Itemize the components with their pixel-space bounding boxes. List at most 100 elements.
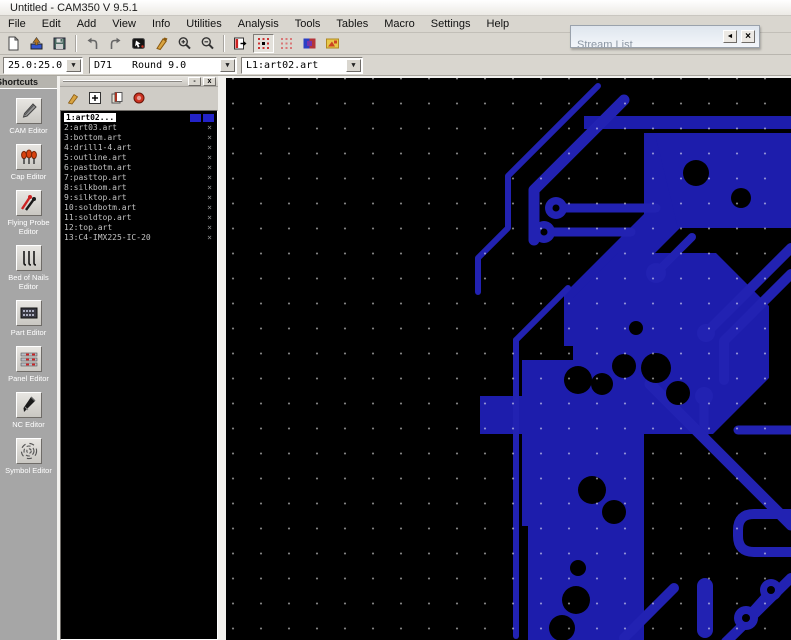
close-icon[interactable]: x [203,77,216,86]
draw-color-swatch [190,114,201,122]
menu-info[interactable]: Info [144,16,178,33]
layer-row[interactable]: 2:art03.art × [61,123,217,133]
cap-editor-icon [15,144,42,170]
sidebar-item-nc-editor[interactable]: NC Editor [0,392,57,429]
menu-file[interactable]: File [0,16,34,33]
layer-color-swatches[interactable] [190,114,214,122]
layer-row[interactable]: 12:top.art × [61,223,217,233]
chevron-down-icon[interactable]: ▼ [66,58,81,72]
grid-on-icon[interactable] [253,34,274,53]
sidebar-item-symbol-editor[interactable]: Symbol Editor [0,438,57,475]
remove-layer-icon[interactable]: × [207,123,212,133]
sidebar-item-part-editor[interactable]: Part Editor [0,300,57,337]
redraw-icon[interactable] [128,34,149,53]
remove-layer-icon[interactable]: × [207,173,212,183]
drag-grip[interactable] [63,80,182,82]
chevron-down-icon[interactable]: ▼ [220,58,235,72]
flash-color-swatch [203,114,214,122]
layer-row[interactable]: 10:soldbotm.art × [61,203,217,213]
collapse-button[interactable]: ◄ [723,30,737,43]
zoom-in-icon[interactable] [174,34,195,53]
menu-analysis[interactable]: Analysis [230,16,287,33]
save-icon[interactable] [49,34,70,53]
layers-panel-toolbar [60,87,218,109]
film-box-icon[interactable] [322,34,343,53]
layer-row[interactable]: 7:pasttop.art × [61,173,217,183]
paint-layer-icon[interactable] [64,90,81,106]
layer-row[interactable]: 11:soldtop.art × [61,213,217,223]
layer-row-selected[interactable]: 1:art02... [61,113,217,123]
part-editor-icon [15,300,42,326]
shortcuts-sidebar: Shortcuts CAM Editor Cap Editor Flying P… [0,76,57,640]
cam-editor-icon [15,98,42,124]
dcode-select[interactable]: D71 Round 9.0 ▼ [89,56,237,74]
close-icon[interactable]: × [741,30,755,43]
toolbar-separator [75,35,77,52]
menu-help[interactable]: Help [479,16,518,33]
remove-layer-icon[interactable]: × [207,163,212,173]
flying-probe-editor-icon [15,190,42,216]
chevron-down-icon[interactable]: ▼ [346,58,361,72]
sidebar-item-panel-editor[interactable]: Panel Editor [0,346,57,383]
active-layer-value: L1:art02.art [246,59,319,71]
layer-row[interactable]: 5:outline.art × [61,153,217,163]
layer-row[interactable]: 13:C4-IMX225-IC-20 × [61,233,217,243]
layer-row[interactable]: 3:bottom.art × [61,133,217,143]
bed-of-nails-editor-icon [15,245,42,271]
sidebar-item-bed-of-nails-editor[interactable]: Bed of Nails Editor [0,245,57,291]
remove-layer-icon[interactable]: × [207,183,212,193]
window-title: Untitled - CAM350 V 9.5.1 [10,2,138,14]
pcb-canvas[interactable] [226,76,791,640]
panel-editor-icon [15,346,42,372]
remove-layer-icon[interactable]: × [207,223,212,233]
undo-icon[interactable] [82,34,103,53]
dcode-shape: Round 9.0 [132,59,187,71]
toolbar-separator [223,35,225,52]
menu-edit[interactable]: Edit [34,16,69,33]
import-icon[interactable] [26,34,47,53]
main-area: Shortcuts CAM Editor Cap Editor Flying P… [0,76,791,640]
target-layer-icon[interactable] [130,90,147,106]
symbol-editor-icon [15,438,42,464]
window-titlebar: Untitled - CAM350 V 9.5.1 [0,0,791,16]
stream-list-window[interactable]: Stream List ◄ × [570,25,760,48]
grid-spacing-select[interactable]: 25.0:25.0 ▼ [3,56,83,74]
remove-layer-icon[interactable]: × [207,213,212,223]
sidebar-item-flying-probe-editor[interactable]: Flying Probe Editor [0,190,57,236]
layer-list: 1:art02... 2:art03.art × 3:bottom.art × 4:… [60,110,218,640]
zoom-out-icon[interactable] [197,34,218,53]
new-document-icon[interactable] [3,34,24,53]
layer-row[interactable]: 8:silkbom.art × [61,183,217,193]
highlight-icon[interactable] [151,34,172,53]
layer-table-icon[interactable] [230,34,251,53]
add-layer-icon[interactable] [86,90,103,106]
remove-layer-icon[interactable]: × [207,233,212,243]
remove-layer-icon[interactable]: × [207,153,212,163]
shortcuts-header: Shortcuts [0,76,57,89]
grid-off-icon[interactable] [276,34,297,53]
layer-colors-icon[interactable] [299,34,320,53]
minimize-button[interactable]: - [188,77,201,86]
remove-layer-icon[interactable]: × [207,203,212,213]
remove-layer-icon[interactable]: × [207,133,212,143]
menu-settings[interactable]: Settings [423,16,479,33]
menu-tables[interactable]: Tables [328,16,376,33]
layer-row[interactable]: 4:drill1-4.art × [61,143,217,153]
layers-panel: - x 1:art02... 2:art03.art× 3:bottom.ar [60,76,218,640]
sidebar-item-cap-editor[interactable]: Cap Editor [0,144,57,181]
layers-panel-titlebar[interactable]: - x [60,76,218,87]
menu-add[interactable]: Add [69,16,105,33]
sidebar-item-cam-editor[interactable]: CAM Editor [0,98,57,135]
menu-macro[interactable]: Macro [376,16,423,33]
status-combo-bar: 25.0:25.0 ▼ D71 Round 9.0 ▼ L1:art02.art… [0,55,791,76]
menu-utilities[interactable]: Utilities [178,16,229,33]
remove-layer-icon[interactable]: × [207,143,212,153]
redo-icon[interactable] [105,34,126,53]
layer-row[interactable]: 6:pastbotm.art × [61,163,217,173]
active-layer-select[interactable]: L1:art02.art ▼ [241,56,363,74]
menu-view[interactable]: View [104,16,144,33]
remove-layer-icon[interactable]: × [207,193,212,203]
layer-row[interactable]: 9:silktop.art × [61,193,217,203]
copy-layer-icon[interactable] [108,90,125,106]
menu-tools[interactable]: Tools [287,16,329,33]
